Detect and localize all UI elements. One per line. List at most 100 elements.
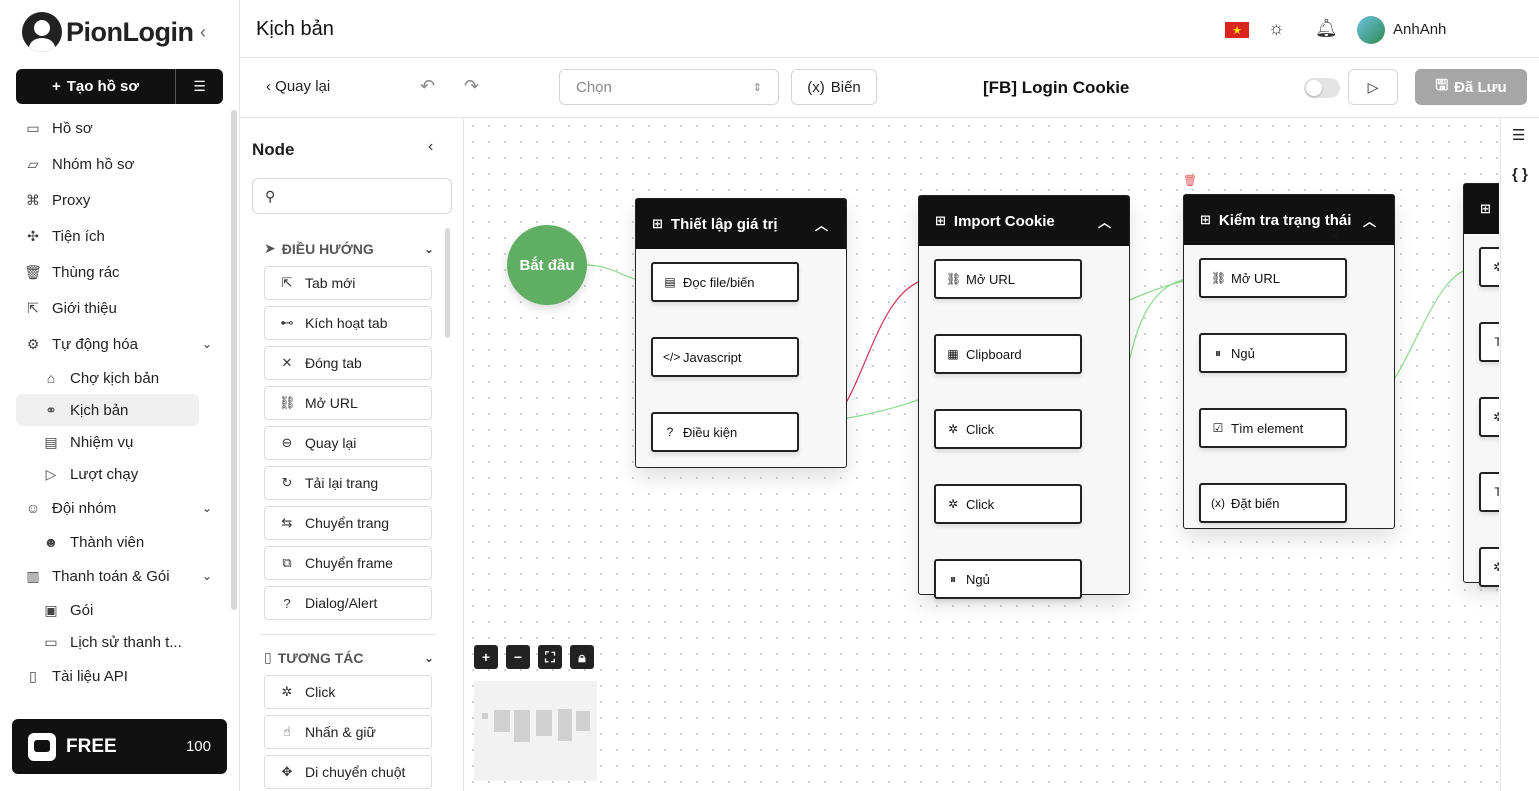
sidebar-item-referral[interactable]: ⇱ Giới thiệu: [16, 290, 228, 326]
palette-item-switch-page[interactable]: ⇆ Chuyển trang: [264, 506, 432, 540]
run-button[interactable]: ▷: [1348, 69, 1398, 105]
sidebar-item-extensions[interactable]: ✣ Tiện ích: [16, 218, 228, 254]
panel-scrollbar[interactable]: [445, 228, 450, 338]
sidebar-item-team[interactable]: ☺ Đội nhóm ⌄: [16, 490, 228, 526]
undo-icon[interactable]: ↶: [420, 76, 435, 97]
palette-item-reload[interactable]: ↻ Tải lại trang: [264, 466, 432, 500]
sidebar-item-trash[interactable]: 🗑 Thùng rác: [16, 254, 228, 290]
block-label: Mở URL: [966, 271, 1015, 287]
palette-item-label: Đóng tab: [305, 355, 362, 371]
fit-view-button[interactable]: ⛶: [538, 645, 562, 669]
palette-item-go-back[interactable]: ⊖ Quay lại: [264, 426, 432, 460]
palette-item-new-tab[interactable]: ⇱ Tab mới: [264, 266, 432, 300]
active-toggle[interactable]: [1304, 78, 1340, 98]
minimap[interactable]: [474, 681, 597, 781]
sidebar-item-script-store[interactable]: ⌂ Chợ kịch bản: [16, 362, 228, 394]
sidebar-item-profile-groups[interactable]: ▱ Nhóm hồ sơ: [16, 146, 228, 182]
block-javascript[interactable]: </> Javascript: [651, 337, 799, 377]
category-label: ĐIỀU HƯỚNG: [281, 240, 374, 257]
workflow-canvas[interactable]: Bắt đầu ⊞ Thiết lập giá trị ︿ ▤ Đọc file…: [465, 118, 1499, 791]
block-read-file[interactable]: ▤ Đọc file/biến: [651, 262, 799, 302]
palette-item-close-tab[interactable]: ✕ Đóng tab: [264, 346, 432, 380]
category-navigation[interactable]: ➤ ĐIỀU HƯỚNG ⌄: [264, 240, 434, 257]
plan-count: 100: [185, 738, 211, 755]
lock-button[interactable]: 🔒︎: [570, 645, 594, 669]
block-open-url[interactable]: ⛓ Mở URL: [934, 259, 1082, 299]
block-partial[interactable]: ✲: [1479, 547, 1499, 587]
sidebar-item-proxy[interactable]: ⌘ Proxy: [16, 182, 228, 218]
block-partial[interactable]: T: [1479, 322, 1499, 362]
sidebar-item-api-docs[interactable]: ▯ Tài liệu API: [16, 658, 228, 694]
node-search-input[interactable]: ⚲: [252, 178, 452, 214]
block-find-element[interactable]: ☑ Tìm element: [1199, 408, 1347, 448]
chevron-up-icon[interactable]: ︿: [1363, 211, 1376, 230]
back-button[interactable]: ‹ Quay lại: [266, 78, 330, 95]
node-group[interactable]: ⊞ Kiểm tra trạng thái ︿ ⛓ Mở URL ⏸ Ngủ ☑…: [1183, 194, 1395, 529]
back-label: Quay lại: [275, 78, 331, 95]
create-profile-button[interactable]: + Tạo hồ sơ: [16, 69, 175, 104]
zoom-out-button[interactable]: −: [506, 645, 530, 669]
list-icon[interactable]: ☰: [1512, 126, 1525, 144]
logo[interactable]: PionLogin: [22, 12, 194, 52]
redo-icon[interactable]: ↷: [464, 76, 479, 97]
script-select[interactable]: Chọn ⇕: [559, 69, 779, 105]
minimap-node: [576, 711, 590, 731]
palette-item-mouse-move[interactable]: ✥ Di chuyển chuột: [264, 755, 432, 789]
block-partial[interactable]: T: [1479, 472, 1499, 512]
block-partial[interactable]: ✲: [1479, 397, 1499, 437]
sidebar-item-scripts[interactable]: ⚭ Kịch bản: [16, 394, 199, 426]
create-options-button[interactable]: ☰: [175, 69, 223, 104]
vietnam-flag-icon[interactable]: ★: [1225, 22, 1249, 38]
external-link-icon: ⇱: [281, 275, 293, 290]
node-group[interactable]: ⊞ Thiết lập giá trị ︿ ▤ Đọc file/biến </…: [635, 198, 847, 468]
palette-item-press-hold[interactable]: ☝ Nhấn & giữ: [264, 715, 432, 749]
block-clipboard[interactable]: ▦ Clipboard: [934, 334, 1082, 374]
sidebar-item-payment-history[interactable]: ▭ Lịch sử thanh t...: [16, 626, 228, 658]
save-button[interactable]: 🖫 Đã Lưu: [1415, 69, 1527, 105]
palette-item-click[interactable]: ✲ Click: [264, 675, 432, 709]
chevron-up-icon[interactable]: ︿: [1098, 212, 1111, 231]
block-click[interactable]: ✲ Click: [934, 484, 1082, 524]
variables-button[interactable]: (x) Biến: [791, 69, 877, 105]
sidebar-item-members[interactable]: ☻ Thành viên: [16, 526, 228, 558]
block-open-url[interactable]: ⛓ Mở URL: [1199, 258, 1347, 298]
block-sleep[interactable]: ⏸ Ngủ: [934, 559, 1082, 599]
group-header[interactable]: ⊞ Import Cookie ︿: [919, 196, 1129, 246]
sidebar-item-profiles[interactable]: ▭ Hồ sơ: [16, 110, 228, 146]
block-condition[interactable]: ? Điều kiện: [651, 412, 799, 452]
block-partial[interactable]: ✲: [1479, 247, 1499, 287]
sun-icon[interactable]: ☼: [1268, 18, 1285, 39]
palette-item-switch-frame[interactable]: ⧉ Chuyển frame: [264, 546, 432, 580]
zoom-in-button[interactable]: +: [474, 645, 498, 669]
panel-collapse-icon[interactable]: ‹: [428, 138, 433, 156]
node-group[interactable]: ⊞ Import Cookie ︿ ⛓ Mở URL ▦ Clipboard ✲…: [918, 195, 1130, 599]
sidebar-item-billing[interactable]: ▥ Thanh toán & Gói ⌄: [16, 558, 228, 594]
group-header[interactable]: ⊞ Thiết lập giá trị ︿: [636, 199, 846, 249]
sidebar-scrollbar[interactable]: [231, 110, 237, 610]
user-name[interactable]: AnhAnh: [1393, 21, 1446, 38]
sidebar-item-tasks[interactable]: ▤ Nhiệm vụ: [16, 426, 228, 458]
collapse-sidebar-icon[interactable]: ‹: [200, 22, 206, 43]
group-header[interactable]: ⊞ Kiểm tra trạng thái ︿: [1184, 195, 1394, 245]
start-node[interactable]: Bắt đầu: [507, 225, 587, 305]
delete-group-icon[interactable]: 🗑: [1183, 174, 1197, 187]
sidebar-item-plans[interactable]: ▣ Gói: [16, 594, 228, 626]
avatar[interactable]: [1357, 16, 1385, 44]
link-icon: ⊷: [280, 315, 294, 330]
block-set-variable[interactable]: (x) Đặt biến: [1199, 483, 1347, 523]
bell-icon[interactable]: 🔔︎: [1315, 18, 1338, 39]
braces-icon[interactable]: { }: [1512, 166, 1528, 183]
sidebar-item-runs[interactable]: ▷ Lượt chạy: [16, 458, 228, 490]
sidebar-item-automation[interactable]: ⚙ Tự động hóa ⌄: [16, 326, 228, 362]
text-icon: T: [1494, 335, 1499, 349]
block-sleep[interactable]: ⏸ Ngủ: [1199, 333, 1347, 373]
palette-item-open-url[interactable]: ⛓ Mở URL: [264, 386, 432, 420]
node-group-partial[interactable]: ⊞ ✲ T ✲ T ✲: [1463, 183, 1499, 587]
block-click[interactable]: ✲ Click: [934, 409, 1082, 449]
group-header[interactable]: ⊞: [1464, 184, 1499, 234]
palette-item-activate-tab[interactable]: ⊷ Kích hoạt tab: [264, 306, 432, 340]
plan-badge[interactable]: FREE 100: [12, 719, 227, 774]
palette-item-dialog[interactable]: ? Dialog/Alert: [264, 586, 432, 620]
category-interaction[interactable]: ▯ TƯƠNG TÁC ⌄: [264, 649, 434, 666]
chevron-up-icon[interactable]: ︿: [815, 215, 828, 234]
